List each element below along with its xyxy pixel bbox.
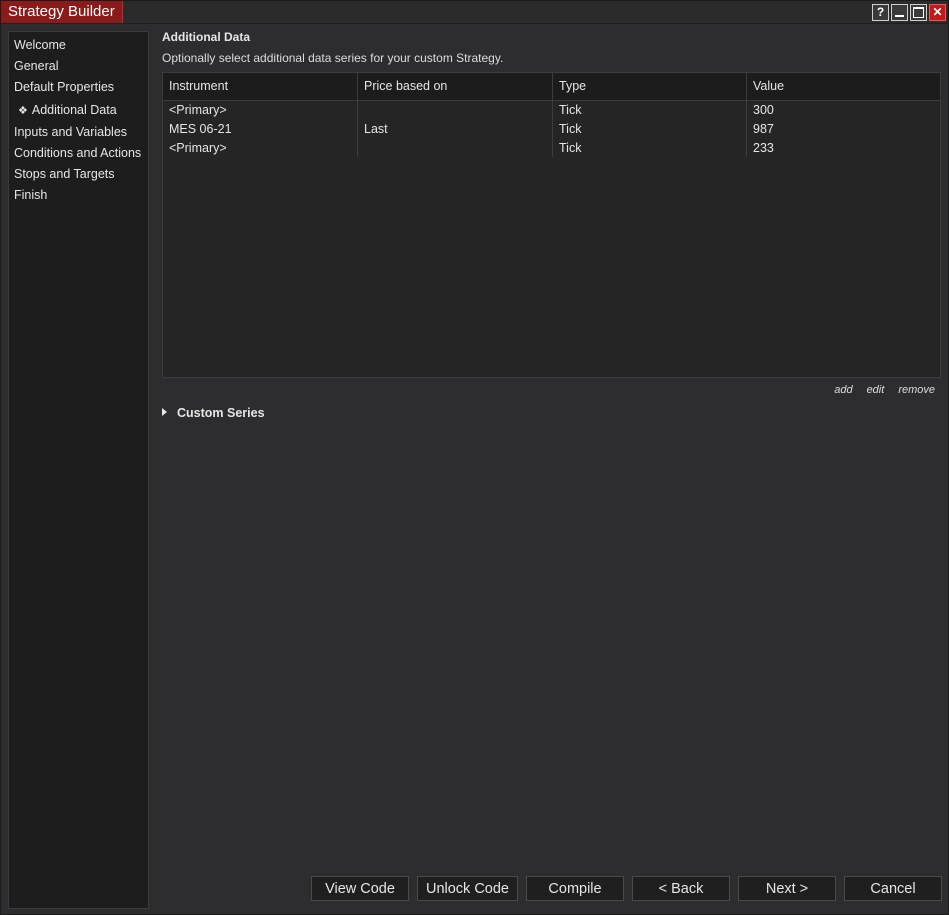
nav-item-conditions-and-actions[interactable]: Conditions and Actions [14,146,141,160]
column-header-price-based-on[interactable]: Price based on [358,73,553,100]
unlock-code-button[interactable]: Unlock Code [417,876,518,901]
help-icon[interactable]: ? [872,4,889,21]
custom-series-label: Custom Series [177,406,265,420]
next-button[interactable]: Next > [738,876,836,901]
cancel-button[interactable]: Cancel [844,876,942,901]
grid-header: Instrument Price based on Type Value [163,73,940,101]
column-header-value[interactable]: Value [747,73,940,100]
cell-value: 300 [753,103,774,117]
custom-series-expander[interactable]: Custom Series [162,406,265,420]
maximize-icon[interactable] [910,4,927,21]
cell-instrument: <Primary> [169,103,227,117]
title-bar[interactable]: Strategy Builder ? ✕ [1,1,948,24]
cell-value: 233 [753,141,774,155]
cell-price-based-on [358,101,364,120]
additional-data-grid[interactable]: Instrument Price based on Type Value <Pr… [162,72,941,378]
nav-item-welcome[interactable]: Welcome [14,38,66,52]
add-link[interactable]: add [834,384,852,396]
close-icon[interactable]: ✕ [929,4,946,21]
nav-item-finish[interactable]: Finish [14,188,47,202]
column-header-type[interactable]: Type [553,73,747,100]
nav-item-stops-and-targets[interactable]: Stops and Targets [14,167,115,181]
nav-item-additional-data[interactable]: ❖ Additional Data [14,103,117,117]
remove-link[interactable]: remove [898,384,935,396]
back-button[interactable]: < Back [632,876,730,901]
cell-type: Tick [559,122,582,136]
nav-item-general[interactable]: General [14,59,58,73]
grid-actions: add edit remove [834,384,935,396]
cell-price-based-on: Last [364,122,388,136]
cell-instrument: <Primary> [169,141,227,155]
cell-instrument: MES 06-21 [169,122,232,136]
table-row[interactable]: <Primary> Tick 233 [163,139,940,158]
cell-type: Tick [559,103,582,117]
wizard-nav: Welcome General Default Properties ❖ Addi… [8,31,149,909]
view-code-button[interactable]: View Code [311,876,409,901]
column-header-instrument[interactable]: Instrument [163,73,358,100]
expand-triangle-icon [162,408,167,416]
cell-value: 987 [753,122,774,136]
window-title: Strategy Builder [1,1,123,23]
window-controls: ? ✕ [872,4,946,21]
nav-item-inputs-and-variables[interactable]: Inputs and Variables [14,125,127,139]
table-row[interactable]: MES 06-21 Last Tick 987 [163,120,940,139]
edit-link[interactable]: edit [867,384,885,396]
nav-item-default-properties[interactable]: Default Properties [14,80,114,94]
compile-button[interactable]: Compile [526,876,624,901]
page-title: Additional Data [162,30,251,44]
nav-item-label: Additional Data [31,103,117,117]
table-row[interactable]: <Primary> Tick 300 [163,101,940,120]
cell-type: Tick [559,141,582,155]
active-bullet-icon: ❖ [18,105,28,117]
minimize-icon[interactable] [891,4,908,21]
page-description: Optionally select additional data series… [162,51,504,65]
cell-price-based-on [358,139,364,158]
